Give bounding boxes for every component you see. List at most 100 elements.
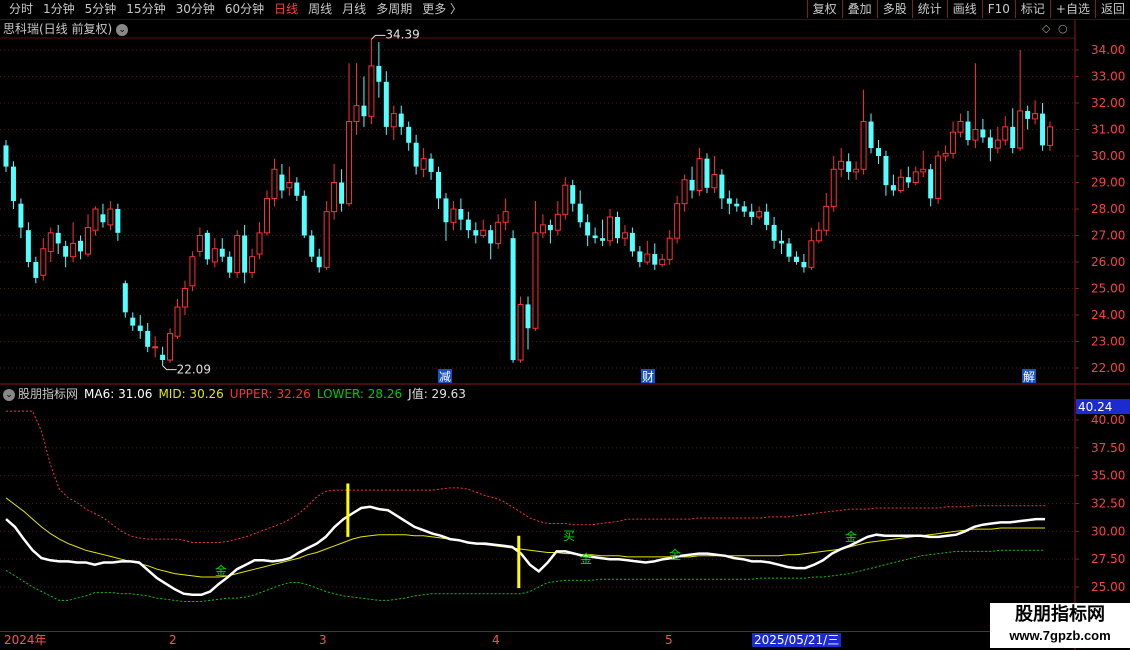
- candle-body: [928, 169, 934, 199]
- candle-body: [502, 211, 509, 223]
- candle-body: [734, 203, 740, 207]
- candle-body: [659, 258, 666, 266]
- price-tick-label: 24.00: [1091, 308, 1125, 322]
- candle-body: [458, 209, 464, 220]
- candle-body: [495, 221, 502, 244]
- candle-body: [994, 139, 1001, 149]
- candle-body: [912, 171, 919, 183]
- candle-body: [562, 184, 569, 215]
- low-price-label: 22.09: [177, 363, 211, 377]
- candle-body: [972, 129, 979, 141]
- candle-body: [443, 198, 449, 223]
- candle-body: [10, 166, 16, 202]
- value-badge-label: 40.24: [1078, 400, 1112, 414]
- candle-body: [1017, 110, 1024, 149]
- date-label: 5: [665, 633, 673, 647]
- candle-body: [704, 158, 710, 188]
- candle-body: [189, 256, 196, 287]
- upper-band: [6, 410, 1045, 543]
- candle-body: [488, 230, 494, 244]
- kline-chart[interactable]: 34.00 33.00 32.00 31.00 30.00 29.00 28.00 27.00…: [0, 0, 1130, 650]
- candle-body: [570, 185, 576, 204]
- candle-body: [1040, 113, 1046, 146]
- candle-body: [808, 240, 815, 268]
- candle-body: [793, 256, 799, 262]
- high-arrow: [371, 34, 386, 40]
- candle-body: [674, 203, 681, 239]
- candle-body: [473, 230, 479, 236]
- candle-body: [420, 158, 427, 170]
- candle-body: [942, 152, 949, 157]
- candle-body: [950, 131, 957, 154]
- candle-body: [666, 237, 673, 260]
- date-axis: 2024年 2 3 4 5 2025/05/21/三: [0, 631, 1075, 648]
- candle-body: [137, 325, 143, 331]
- candle-body: [726, 198, 732, 204]
- candle-body: [696, 158, 703, 191]
- candle-body: [174, 306, 181, 337]
- event-marker-label: 解: [1023, 370, 1035, 384]
- candle-body: [122, 283, 128, 313]
- candle-body: [935, 155, 942, 199]
- candle-body: [592, 235, 598, 239]
- candle-body: [428, 158, 434, 172]
- candle-body: [390, 113, 397, 128]
- candle-body: [539, 224, 546, 234]
- price-tick-label: 23.00: [1091, 335, 1125, 349]
- indicator-tick-label: 40.00: [1091, 413, 1125, 427]
- candle-body: [383, 81, 389, 127]
- lower-label: LOWER: 28.26: [316, 387, 403, 401]
- price-tick-label: 26.00: [1091, 255, 1125, 269]
- candle-body: [398, 113, 404, 127]
- ma6-label: MA6: 31.06: [84, 387, 153, 401]
- candle-body: [196, 235, 203, 252]
- candle-body: [987, 137, 993, 149]
- candle-body: [883, 156, 889, 186]
- price-tick-label: 29.00: [1091, 176, 1125, 190]
- candle-body: [532, 232, 539, 329]
- indicator-tick-label: 37.50: [1091, 441, 1125, 455]
- ma6-line: [5, 505, 1045, 597]
- candle-body: [167, 333, 174, 361]
- candle-body: [860, 121, 867, 170]
- signal-label: 买: [563, 529, 575, 543]
- candle-body: [965, 121, 971, 141]
- candle-body: [376, 65, 382, 82]
- candle-body: [480, 229, 487, 236]
- candle-body: [577, 203, 583, 223]
- candle-body: [875, 148, 881, 156]
- indicator-tick-label: 25.00: [1091, 580, 1125, 594]
- candle-body: [637, 251, 643, 262]
- watermark-title: 股朋指标网: [1015, 604, 1105, 625]
- mid-line: [5, 497, 1045, 578]
- candle-body: [853, 168, 860, 173]
- indicator-name: 股朋指标网: [18, 387, 79, 401]
- signal-label: 金: [845, 529, 857, 544]
- candle-body: [18, 203, 24, 228]
- candle-body: [130, 317, 136, 326]
- candle-body: [211, 248, 218, 263]
- chevron-down-icon[interactable]: ⌄: [3, 388, 15, 401]
- candle-body: [115, 209, 121, 233]
- candle-body: [271, 168, 278, 199]
- candle-body: [331, 182, 338, 213]
- candle-body: [1002, 126, 1009, 141]
- candle-body: [890, 185, 896, 191]
- mid-label: MID: 30.26: [158, 387, 224, 401]
- candle-body: [554, 213, 561, 231]
- candle-body: [779, 240, 785, 244]
- price-tick-label: 28.00: [1091, 202, 1125, 216]
- date-label: 2: [169, 633, 177, 647]
- candle-body: [510, 238, 516, 361]
- price-tick-label: 32.00: [1091, 96, 1125, 110]
- candle-body: [868, 121, 874, 149]
- candle-body: [40, 248, 47, 276]
- event-marker-label: 财: [642, 370, 654, 384]
- price-tick-label: 22.00: [1091, 361, 1125, 375]
- indicator-tick-label: 30.00: [1091, 524, 1125, 538]
- candle-body: [3, 145, 9, 167]
- signal-bar: [517, 535, 521, 589]
- price-tick-label: 27.00: [1091, 229, 1125, 243]
- candle-body: [786, 243, 792, 257]
- candle-body: [1010, 126, 1016, 149]
